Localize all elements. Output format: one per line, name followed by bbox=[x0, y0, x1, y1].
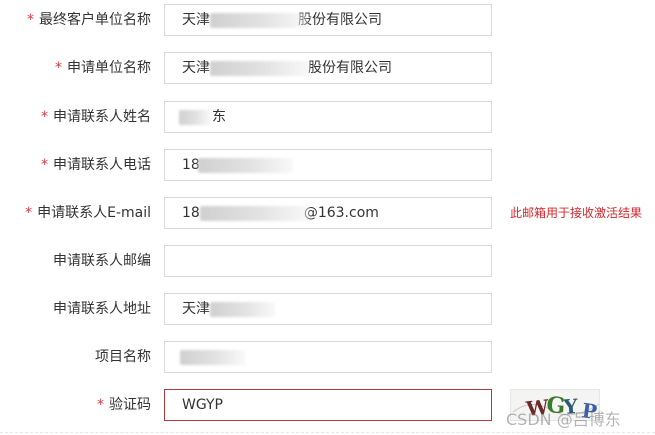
field-label: 项目名称 bbox=[95, 349, 151, 365]
field-label: * 申请单位名称 bbox=[55, 60, 151, 76]
contact-postcode-input[interactable] bbox=[164, 245, 492, 277]
input-value: WGYP bbox=[182, 397, 223, 413]
required-mark: * bbox=[41, 157, 48, 173]
form-row-project-name: 项目名称 bbox=[0, 341, 655, 373]
form-row-final-customer: * 最终客户单位名称 天津 股份有限公司 bbox=[0, 4, 655, 36]
required-mark: * bbox=[27, 12, 34, 28]
field-label: * 验证码 bbox=[97, 397, 151, 413]
project-name-input[interactable] bbox=[164, 341, 492, 373]
field-label: 申请联系人地址 bbox=[53, 301, 151, 317]
required-mark: * bbox=[55, 60, 62, 76]
redaction-blur bbox=[179, 110, 211, 125]
application-form: * 最终客户单位名称 天津 股份有限公司 * 申请单位名称 天津 股份有限公司 * 申请联… bbox=[0, 0, 655, 435]
field-label: * 申请联系人姓名 bbox=[41, 109, 151, 125]
email-hint: 此邮箱用于接收激活结果 bbox=[510, 206, 643, 220]
final-customer-name-input[interactable]: 天津 股份有限公司 bbox=[164, 4, 492, 36]
field-label: * 申请联系人电话 bbox=[41, 157, 151, 173]
required-mark: * bbox=[41, 109, 48, 125]
captcha-input[interactable]: WGYP bbox=[164, 389, 492, 421]
required-mark: * bbox=[25, 205, 33, 221]
field-label: * 申请联系人E-mail bbox=[25, 205, 151, 221]
contact-address-input[interactable]: 天津 bbox=[164, 293, 492, 325]
required-mark: * bbox=[97, 397, 104, 413]
redaction-blur bbox=[180, 350, 245, 365]
redaction-blur bbox=[210, 61, 310, 76]
watermark: CSDN @吕博东 bbox=[506, 410, 621, 429]
redaction-blur bbox=[200, 206, 310, 221]
input-value: 天津 bbox=[182, 301, 210, 317]
contact-name-input[interactable]: 东 bbox=[164, 101, 492, 133]
contact-email-input[interactable]: 18 @163.com bbox=[164, 197, 492, 229]
form-row-contact-name: * 申请联系人姓名 东 bbox=[0, 101, 655, 133]
redaction-blur bbox=[198, 158, 293, 173]
contact-phone-input[interactable]: 18 bbox=[164, 149, 492, 181]
form-row-contact-postcode: 申请联系人邮编 bbox=[0, 245, 655, 277]
field-label: * 最终客户单位名称 bbox=[27, 12, 151, 28]
form-row-applicant-org: * 申请单位名称 天津 股份有限公司 bbox=[0, 52, 655, 84]
form-row-contact-phone: * 申请联系人电话 18 bbox=[0, 149, 655, 181]
divider bbox=[0, 432, 655, 434]
form-row-contact-email: * 申请联系人E-mail 18 @163.com 此邮箱用于接收激活结果 bbox=[0, 197, 655, 229]
field-label: 申请联系人邮编 bbox=[53, 253, 151, 269]
redaction-blur bbox=[210, 13, 308, 28]
form-row-contact-address: 申请联系人地址 天津 bbox=[0, 293, 655, 325]
applicant-org-name-input[interactable]: 天津 股份有限公司 bbox=[164, 52, 492, 84]
redaction-blur bbox=[210, 302, 275, 317]
